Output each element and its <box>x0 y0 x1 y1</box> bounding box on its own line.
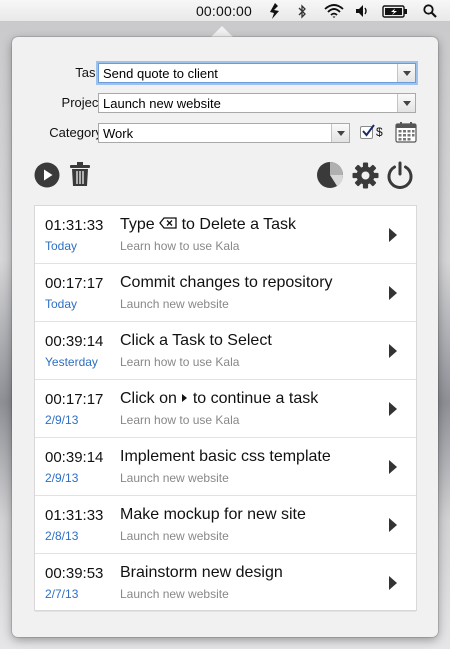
task-project: Learn how to use Kala <box>120 239 240 253</box>
project-dropdown-arrow-icon[interactable] <box>397 94 415 112</box>
wifi-icon[interactable] <box>322 0 346 22</box>
task-project: Launch new website <box>120 587 229 601</box>
delete-key-icon <box>159 216 177 234</box>
task-label: Task <box>75 65 102 80</box>
task-duration: 01:31:33 <box>45 507 104 524</box>
task-duration: 01:31:33 <box>45 217 104 234</box>
category-combobox[interactable]: Work <box>98 123 350 143</box>
category-value[interactable]: Work <box>103 126 133 141</box>
checkmark-icon <box>362 123 375 137</box>
play-icon[interactable] <box>34 162 60 188</box>
continue-task-chevron-icon[interactable] <box>389 518 397 532</box>
power-icon[interactable] <box>386 161 414 189</box>
continue-task-chevron-icon[interactable] <box>389 576 397 590</box>
task-dropdown-arrow-icon[interactable] <box>397 64 415 82</box>
volume-icon[interactable] <box>353 0 373 22</box>
task-date: Today <box>45 297 78 311</box>
task-row[interactable]: 00:17:17 2/9/13 Click on to continue a t… <box>35 380 416 438</box>
category-dropdown-arrow-icon[interactable] <box>331 124 349 142</box>
trash-icon[interactable] <box>69 161 91 187</box>
task-title: Make mockup for new site <box>120 506 306 523</box>
menubar-timer[interactable]: 00:00:00 <box>188 0 260 22</box>
billable-label: $ <box>376 125 383 139</box>
battery-icon[interactable] <box>381 0 409 22</box>
continue-task-chevron-icon[interactable] <box>389 460 397 474</box>
continue-task-chevron-icon[interactable] <box>389 286 397 300</box>
kala-icon[interactable] <box>266 0 284 22</box>
menu-bar: 00:00:00 <box>0 0 450 22</box>
task-combobox[interactable]: Send quote to client <box>98 63 416 83</box>
task-project: Launch new website <box>120 529 229 543</box>
calendar-icon[interactable] <box>395 121 417 143</box>
task-title-before: Click on <box>120 390 182 408</box>
task-row[interactable]: 00:39:53 2/7/13 Brainstorm new design La… <box>35 554 416 612</box>
task-date: 2/7/13 <box>45 587 79 601</box>
task-date: Today <box>45 239 78 253</box>
task-duration: 00:39:14 <box>45 449 104 466</box>
task-date: Yesterday <box>45 355 98 369</box>
spotlight-search-icon[interactable] <box>420 0 440 22</box>
task-duration: 00:17:17 <box>45 275 104 292</box>
task-title: Commit changes to repository <box>120 274 333 291</box>
gear-icon[interactable] <box>352 162 379 189</box>
kala-popover: Task Send quote to client Project Launch… <box>12 37 438 637</box>
task-row[interactable]: 01:31:33 2/8/13 Make mockup for new site… <box>35 496 416 554</box>
task-duration: 00:17:17 <box>45 391 104 408</box>
task-date: 2/8/13 <box>45 529 79 543</box>
task-date: 2/9/13 <box>45 413 79 427</box>
task-title-after: to continue a task <box>192 390 319 408</box>
bluetooth-icon[interactable] <box>295 0 309 22</box>
continue-task-chevron-icon[interactable] <box>389 402 397 416</box>
task-project: Launch new website <box>120 471 229 485</box>
task-title: Type to Delete a Task <box>120 216 296 234</box>
task-title: Brainstorm new design <box>120 564 283 581</box>
project-combobox[interactable]: Launch new website <box>98 93 416 113</box>
continue-task-chevron-icon[interactable] <box>389 228 397 242</box>
task-title-before: Type <box>120 216 160 234</box>
task-title: Click a Task to Select <box>120 332 272 349</box>
task-row[interactable]: 00:39:14 2/9/13 Implement basic css temp… <box>35 438 416 496</box>
task-project: Learn how to use Kala <box>120 355 240 369</box>
task-title: Click on to continue a task <box>120 390 318 408</box>
task-duration: 00:39:14 <box>45 333 104 350</box>
category-label: Category <box>49 125 102 140</box>
task-title-after: to Delete a Task <box>181 216 297 234</box>
pie-chart-icon[interactable] <box>316 161 344 189</box>
task-duration: 00:39:53 <box>45 565 104 582</box>
continue-task-chevron-icon[interactable] <box>389 344 397 358</box>
task-date: 2/9/13 <box>45 471 79 485</box>
task-project: Launch new website <box>120 297 229 311</box>
task-project: Learn how to use Kala <box>120 413 240 427</box>
project-label: Project <box>61 95 102 110</box>
task-row[interactable]: 00:39:14 Yesterday Click a Task to Selec… <box>35 322 416 380</box>
play-triangle-icon <box>181 390 188 408</box>
billable-checkbox[interactable] <box>360 123 375 139</box>
billable-toggle[interactable]: $ <box>360 123 383 139</box>
task-value[interactable]: Send quote to client <box>103 66 218 81</box>
project-value[interactable]: Launch new website <box>103 96 221 111</box>
task-list: 01:31:33 Today Type to Delete a Task Lea… <box>34 205 417 612</box>
task-title: Implement basic css template <box>120 448 331 465</box>
task-row[interactable]: 01:31:33 Today Type to Delete a Task Lea… <box>35 206 416 264</box>
task-row[interactable]: 00:17:17 Today Commit changes to reposit… <box>35 264 416 322</box>
